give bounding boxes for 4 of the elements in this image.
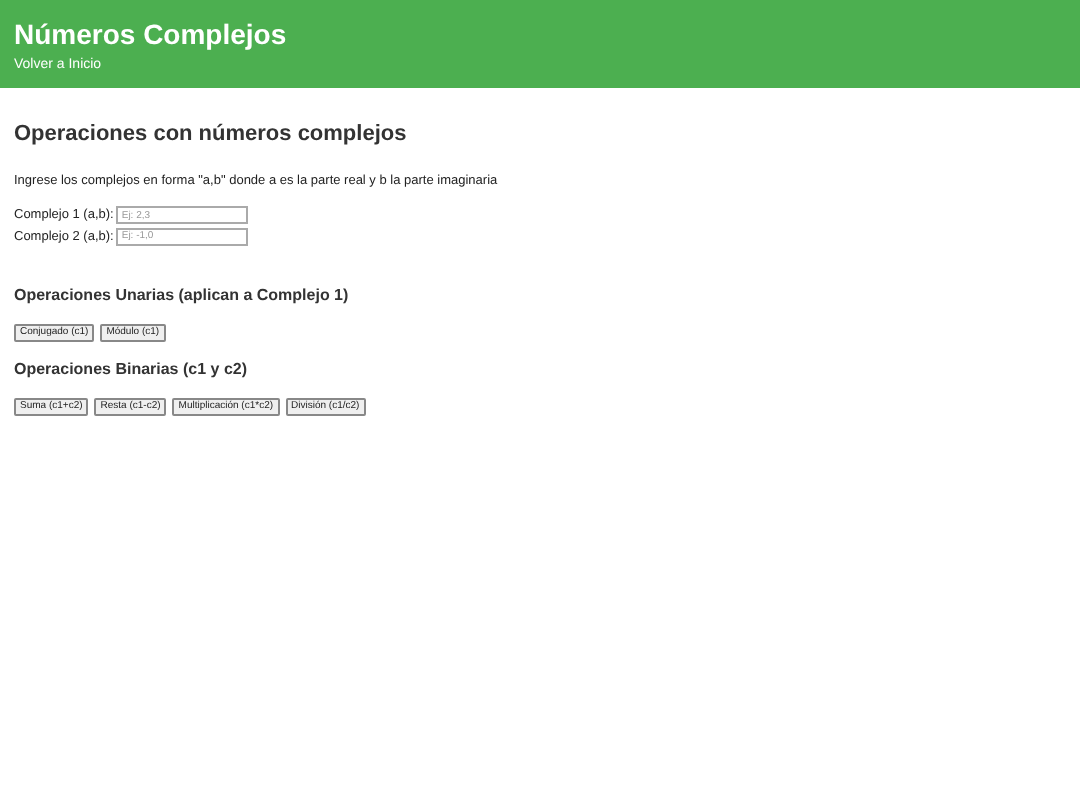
section-title: Operaciones con números complejos xyxy=(14,120,407,148)
section-heading: Operaciones Unarias (aplican a Complejo 1) xyxy=(14,286,349,307)
section-heading: Operaciones Binarias (c1 y c2) xyxy=(14,360,249,381)
page-title: Números Complejos xyxy=(14,16,287,52)
